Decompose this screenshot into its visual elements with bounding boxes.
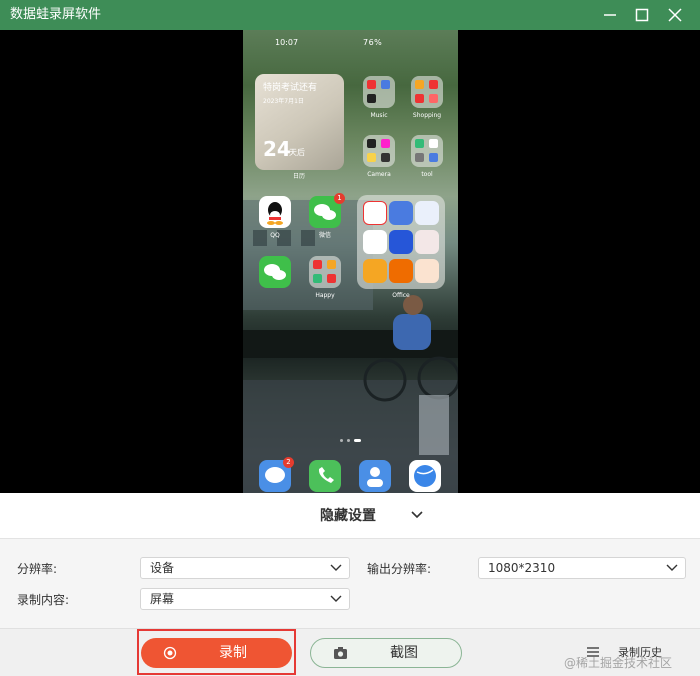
tool-label: tool <box>421 171 433 178</box>
close-button[interactable] <box>662 4 688 26</box>
chaoxing-app-icon <box>389 259 413 283</box>
hide-settings-label: 隐藏设置 <box>320 508 376 524</box>
output-resolution-value: 1080*2310 <box>488 561 556 575</box>
school-app-icon <box>415 230 439 254</box>
recording-settings: 分辨率: 设备 输出分辨率: 1080*2310 录制内容: 屏幕 <box>0 540 700 628</box>
meeting-app-icon <box>389 230 413 254</box>
video-app-icon <box>363 259 387 283</box>
resolution-value: 设备 <box>150 561 175 575</box>
screenshot-button-label: 截图 <box>390 645 418 661</box>
qq-app-icon <box>259 196 291 228</box>
browser-app-icon <box>409 460 441 492</box>
record-icon <box>163 646 177 660</box>
record-button-label: 录制 <box>219 645 247 661</box>
widget-date: 2023年7月1日 <box>263 98 304 105</box>
window-title: 数据蛙录屏软件 <box>10 7 102 22</box>
camera-label: Camera <box>367 171 391 178</box>
shopping-folder-icon <box>411 76 443 108</box>
wechat-label: 微信 <box>318 232 331 239</box>
close-icon <box>668 8 682 22</box>
fb-app-icon <box>363 230 387 254</box>
chevron-down-icon <box>666 564 678 571</box>
watermark: @稀土掘金技术社区 <box>564 656 673 670</box>
action-bar: 录制 截图 录制历史 @稀土掘金技术社区 <box>0 628 700 676</box>
settings-panel: 隐藏设置 分辨率: 设备 输出分辨率: 1080*2310 录制内容: 屏幕 录… <box>0 493 700 676</box>
wps-icon <box>363 201 387 225</box>
office-app-icon <box>389 201 413 225</box>
record-content-value: 屏幕 <box>150 592 175 606</box>
chevron-down-icon <box>330 595 342 602</box>
widget-title: 特岗考试还有 <box>263 83 318 93</box>
resolution-select[interactable]: 设备 <box>140 557 350 579</box>
minimize-icon <box>604 14 616 16</box>
shopping-label: Shopping <box>412 112 442 119</box>
page-indicator <box>340 438 364 444</box>
minimize-button[interactable] <box>597 4 623 26</box>
camera-icon <box>334 647 347 659</box>
status-battery: 76% <box>363 38 383 47</box>
happy-folder-icon <box>309 256 341 288</box>
camera-folder-icon <box>363 135 395 167</box>
music-folder-icon <box>363 76 395 108</box>
wechat-clone-icon <box>259 256 291 288</box>
widget-days: 24 <box>263 137 291 161</box>
record-content-label: 录制内容: <box>17 593 70 607</box>
status-time: 10:07 <box>275 38 299 47</box>
widget-caption: 日历 <box>293 173 306 180</box>
maximize-icon <box>635 8 649 22</box>
output-resolution-select[interactable]: 1080*2310 <box>478 557 686 579</box>
office-label: Office <box>392 292 410 299</box>
qq-label: QQ <box>270 232 280 239</box>
chevron-down-icon <box>411 511 423 519</box>
record-button[interactable]: 录制 <box>141 638 292 668</box>
music-label: Music <box>370 112 388 119</box>
wechat-badge: 1 <box>334 193 345 204</box>
output-resolution-label: 输出分辨率: <box>367 562 432 576</box>
widget-unit: 天后 <box>289 148 305 157</box>
happy-label: Happy <box>315 292 335 299</box>
screenshot-button[interactable]: 截图 <box>310 638 462 668</box>
office-folder-icon <box>357 195 445 289</box>
tomato-app-icon <box>415 259 439 283</box>
resolution-label: 分辨率: <box>17 562 58 576</box>
countdown-widget: 特岗考试还有 2023年7月1日 24 天后 <box>255 74 344 170</box>
phone-app-icon <box>309 460 341 492</box>
title-bar: 数据蛙录屏软件 <box>0 0 700 30</box>
messages-badge: 2 <box>283 457 294 468</box>
contacts-app-icon <box>359 460 391 492</box>
chevron-down-icon <box>330 564 342 571</box>
phone-screen-mirror: 10:07 76% 特岗考试还有 2023年7月1日 24 天后 日历 Musi… <box>243 30 458 493</box>
hide-settings-toggle[interactable]: 隐藏设置 <box>0 493 700 539</box>
record-content-select[interactable]: 屏幕 <box>140 588 350 610</box>
tool-folder-icon <box>411 135 443 167</box>
recording-preview: 10:07 76% 特岗考试还有 2023年7月1日 24 天后 日历 Musi… <box>0 30 700 493</box>
maximize-button[interactable] <box>629 4 655 26</box>
cloud-app-icon <box>415 201 439 225</box>
